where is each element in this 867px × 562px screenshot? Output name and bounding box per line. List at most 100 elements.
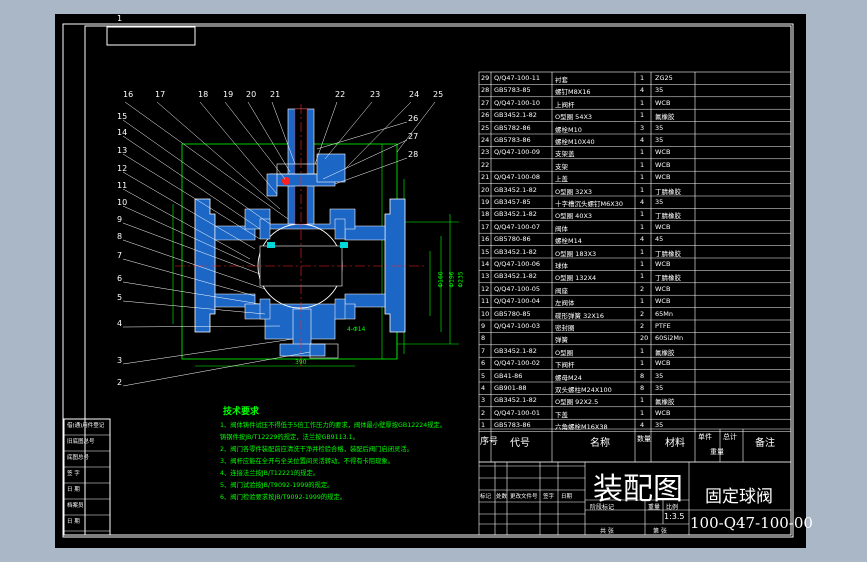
bom-row-code: Q/Q47-100-09 bbox=[494, 148, 541, 157]
bom-row-material: WCB bbox=[655, 359, 671, 368]
bom-row-qty: 1 bbox=[640, 396, 645, 405]
bom-row-material: 丁腈橡胶 bbox=[655, 187, 681, 196]
balloon-label: 20 bbox=[246, 90, 257, 99]
balloon-label: 4 bbox=[117, 319, 123, 328]
balloon-label: 18 bbox=[198, 90, 209, 99]
dimension-text: Φ235 bbox=[457, 271, 465, 288]
left-strip-label: 底图总号 bbox=[67, 455, 90, 461]
bom-row-material: WCB bbox=[655, 284, 671, 293]
bom-row-material: 氟橡胶 bbox=[655, 348, 675, 357]
bom-row-name: 六角螺栓M16X38 bbox=[555, 423, 608, 432]
bom-row-no: 5 bbox=[481, 371, 486, 380]
bom-row-qty: 1 bbox=[640, 359, 645, 368]
balloon-label: 17 bbox=[155, 90, 166, 99]
bom-header-total-weight: 总计 bbox=[723, 433, 737, 441]
bom-row-no: 2 bbox=[481, 408, 486, 417]
bom-row-material: WCB bbox=[655, 297, 671, 306]
balloon-label: 10 bbox=[117, 198, 128, 207]
bom-row-material: WCB bbox=[655, 260, 671, 268]
bom-row-code: Q/Q47-100-05 bbox=[494, 284, 541, 293]
title-block-label: 日期 bbox=[561, 494, 573, 500]
bom-row-no: 6 bbox=[481, 359, 486, 368]
title-block-label: 签字 bbox=[543, 494, 555, 500]
left-strip-label: 借(通)用件登记 bbox=[67, 423, 105, 429]
bom-row-material: 35 bbox=[655, 123, 664, 132]
bom-row-name: 螺钉M8X16 bbox=[555, 88, 591, 97]
bom-row-qty: 1 bbox=[640, 247, 645, 256]
bom-row-material: 35 bbox=[655, 86, 664, 95]
bom-row-qty: 1 bbox=[640, 408, 645, 417]
stage-label: 阶段标记 bbox=[590, 504, 615, 511]
scale-label: 比例 bbox=[666, 504, 679, 511]
balloon-label: 5 bbox=[117, 293, 123, 302]
bom-row-no: 15 bbox=[481, 247, 490, 256]
product-name: 固定球阀 bbox=[705, 487, 773, 507]
bom-row-no: 4 bbox=[481, 384, 486, 392]
bom-row-no: 21 bbox=[481, 173, 490, 182]
balloon-label: 1 bbox=[117, 14, 123, 23]
bom-row-name: 弹簧 bbox=[555, 336, 568, 345]
bom-row-material: WCB bbox=[655, 408, 671, 417]
balloon-label: 27 bbox=[408, 132, 419, 141]
bom-row-name: 密封圈 bbox=[555, 324, 575, 332]
bom-row-qty: 8 bbox=[640, 384, 645, 392]
bom-row-name: 阀体 bbox=[555, 224, 568, 233]
bom-row-no: 7 bbox=[481, 346, 486, 355]
bom-row-material: 45 bbox=[655, 235, 664, 244]
bom-row-code: GB3452.1-82 bbox=[494, 272, 537, 281]
bom-row-qty: 4 bbox=[640, 136, 645, 144]
bom-row-no: 25 bbox=[481, 123, 490, 132]
bom-row-code: GB901-88 bbox=[494, 384, 527, 392]
balloon-label: 8 bbox=[117, 232, 123, 241]
balloon-label: 6 bbox=[117, 274, 123, 283]
bom-row-qty: 2 bbox=[640, 309, 645, 318]
cad-viewport[interactable]: 16 17 18 19 20 21 22 23 24 25 15 14 13 12 11 10 9 8 7 6 5 4 3 2… bbox=[55, 14, 813, 548]
notes-title: 技术要求 bbox=[223, 407, 260, 417]
bom-row-name: 上盖 bbox=[555, 175, 568, 184]
bom-row-no: 20 bbox=[481, 185, 490, 194]
bom-row-no: 27 bbox=[481, 98, 490, 107]
bom-header-unit-weight: 单件 bbox=[698, 433, 712, 441]
drawing-code-box bbox=[106, 26, 196, 46]
balloon-label: 22 bbox=[335, 90, 346, 99]
balloon-label: 28 bbox=[408, 150, 419, 159]
bom-row-material: 35 bbox=[655, 371, 664, 380]
bom-row-code: Q/Q47-100-06 bbox=[494, 260, 541, 268]
sheet-border bbox=[62, 23, 794, 538]
bom-row-material: 丁腈橡胶 bbox=[655, 274, 681, 283]
bom-row-qty: 2 bbox=[640, 284, 645, 293]
bom-header-name: 名称 bbox=[590, 438, 610, 449]
bom-row-material: WCB bbox=[655, 160, 671, 169]
bom-row-qty: 1 bbox=[640, 160, 645, 169]
bom-row-name: 螺栓M14 bbox=[555, 237, 582, 246]
title-block-label: 更改文件号 bbox=[510, 494, 538, 500]
bom-row-code: Q/Q47-100-07 bbox=[494, 222, 541, 231]
bom-row-material: 丁腈橡胶 bbox=[655, 212, 681, 221]
bom-row-name: 支架盖 bbox=[555, 150, 575, 159]
balloon-label: 11 bbox=[117, 181, 128, 190]
bom-row-name: O型圈 92X2.5 bbox=[555, 398, 599, 407]
bom-row-no: 3 bbox=[481, 396, 486, 405]
bom-row-no: 18 bbox=[481, 210, 490, 219]
bom-row-material: 氟橡胶 bbox=[655, 398, 675, 407]
bom-row-qty: 20 bbox=[640, 334, 649, 343]
bom-row-material: 丁腈橡胶 bbox=[655, 249, 681, 258]
balloon-label: 14 bbox=[117, 128, 128, 137]
bom-row-no: 23 bbox=[481, 148, 490, 157]
balloon-label: 15 bbox=[117, 112, 128, 121]
balloon-label: 3 bbox=[117, 356, 123, 365]
bom-row-no: 1 bbox=[481, 421, 486, 430]
notes-line: 2、阀门各零件装配前应清洗干净并检验合格，装配后阀门启闭灵活。 bbox=[220, 446, 413, 453]
balloon-label: 23 bbox=[370, 90, 381, 99]
bom-row-name: O型圈 bbox=[555, 348, 574, 357]
bom-row-name: 阀座 bbox=[555, 286, 568, 295]
bom-row-qty: 1 bbox=[640, 210, 645, 219]
bom-header-remarks: 备注 bbox=[755, 438, 775, 449]
bom-row-no: 13 bbox=[481, 272, 490, 281]
notes-line: 4、连接法兰按JB/T12221的规定。 bbox=[220, 470, 320, 477]
balloon-label: 25 bbox=[433, 90, 444, 99]
bom-row-no: 19 bbox=[481, 198, 490, 206]
bom-row-code: Q/Q47-100-08 bbox=[494, 173, 541, 182]
sheet-index-label: 第 张 bbox=[653, 528, 667, 535]
dimension-text: 390 bbox=[295, 359, 307, 366]
